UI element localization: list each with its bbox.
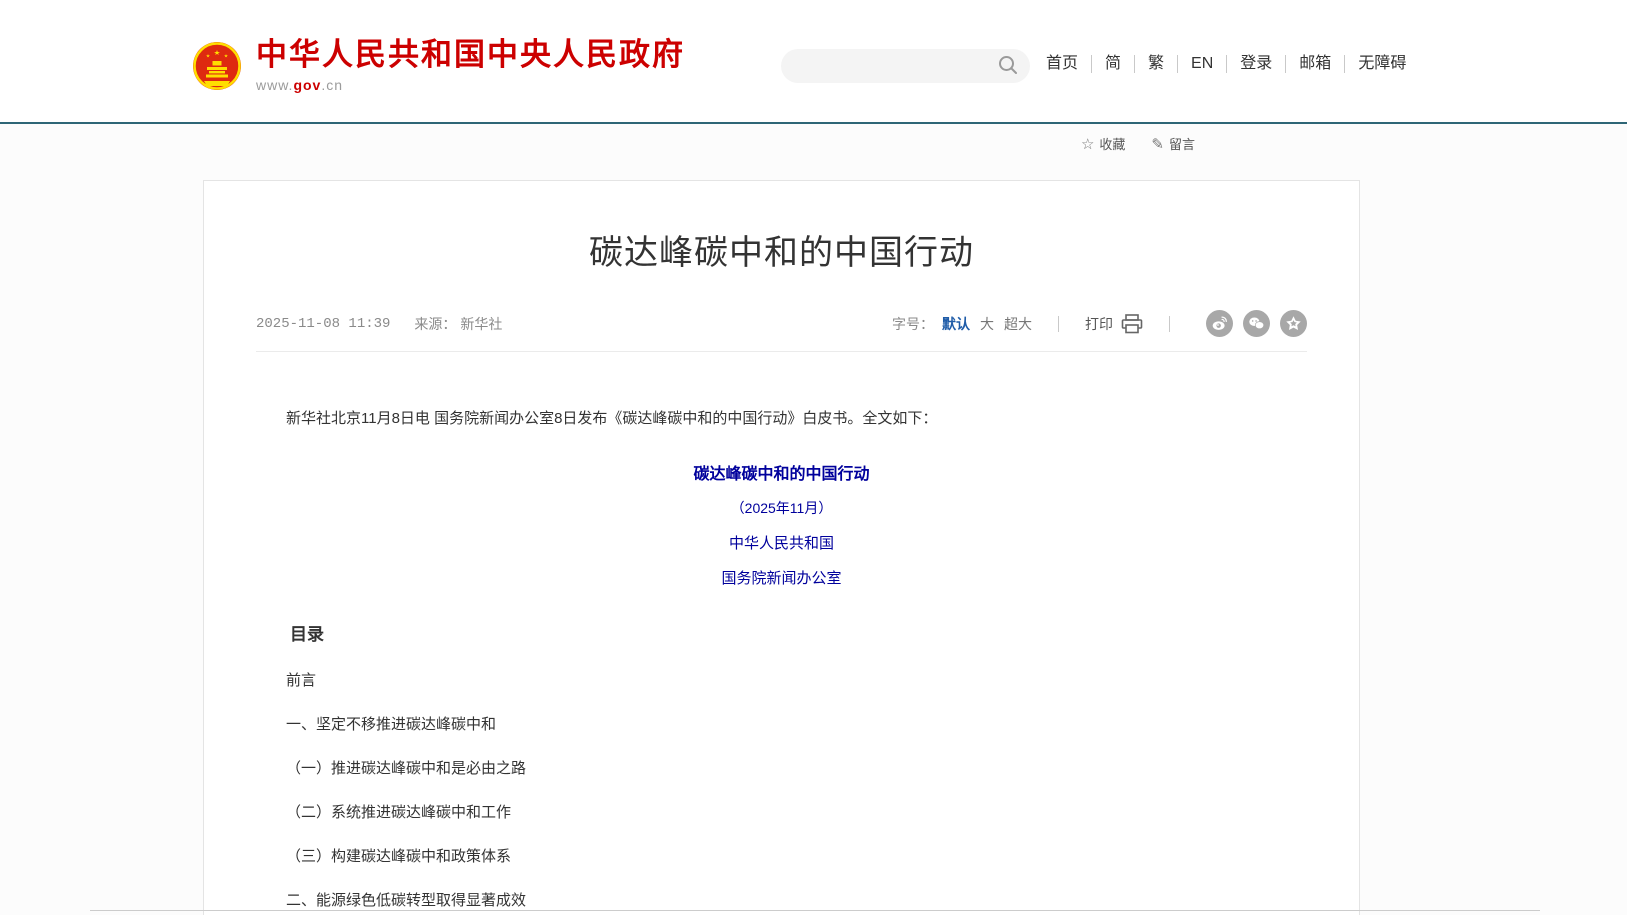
header-nav: 首页 简 繁 EN 登录 邮箱 无障碍 [1046, 55, 1406, 73]
message-label: 留言 [1169, 134, 1195, 153]
nav-item-english[interactable]: EN [1178, 55, 1227, 73]
share-qzone-button[interactable] [1280, 310, 1307, 337]
doc-date: （2025年11月） [256, 498, 1307, 518]
article-meta: 2025-11-08 11:39 来源： 新华社 字号： 默认 大 超大 打印 [256, 310, 1307, 352]
article-tools: 字号： 默认 大 超大 打印 [892, 310, 1307, 337]
star-share-icon [1285, 315, 1302, 332]
tools-separator-2 [1169, 316, 1170, 332]
bottom-divider [90, 910, 1540, 911]
nav-item-login[interactable]: 登录 [1227, 55, 1286, 73]
toc-item-section1-3: （三）构建碳达峰碳中和政策体系 [256, 848, 1307, 865]
toc-heading: 目录 [256, 620, 1307, 645]
page-body: ☆ 收藏 ✎ 留言 碳达峰碳中和的中国行动 2025-11-08 11:39 来… [0, 124, 1627, 915]
favorite-label: 收藏 [1099, 134, 1125, 153]
doc-title: 碳达峰碳中和的中国行动 [256, 460, 1307, 484]
source-name[interactable]: 新华社 [460, 314, 502, 334]
printer-icon [1121, 314, 1143, 334]
site-header: 中华人民共和国中央人民政府 www.gov.cn 首页 简 繁 EN 登录 邮箱… [0, 0, 1627, 122]
star-icon: ☆ [1081, 135, 1094, 153]
print-button[interactable]: 打印 [1085, 314, 1143, 334]
quick-actions: ☆ 收藏 ✎ 留言 [1055, 134, 1195, 153]
site-url-suffix: .cn [321, 77, 343, 93]
search-button[interactable] [996, 54, 1020, 78]
weibo-icon [1211, 315, 1228, 332]
pencil-icon: ✎ [1151, 135, 1164, 153]
share-weibo-button[interactable] [1206, 310, 1233, 337]
nav-item-simplified[interactable]: 简 [1092, 55, 1135, 73]
toc-item-section2: 二、能源绿色低碳转型取得显著成效 [256, 892, 1307, 909]
message-button[interactable]: ✎ 留言 [1151, 134, 1195, 153]
share-wechat-button[interactable] [1243, 310, 1270, 337]
doc-org-line2: 国务院新闻办公室 [256, 567, 1307, 588]
page-title: 碳达峰碳中和的中国行动 [256, 225, 1307, 274]
font-size-xlarge-button[interactable]: 超大 [1004, 314, 1032, 334]
favorite-button[interactable]: ☆ 收藏 [1081, 134, 1125, 153]
font-size-label: 字号： [892, 314, 934, 334]
site-url-highlight: gov [293, 77, 321, 93]
toc-item-section1: 一、坚定不移推进碳达峰碳中和 [256, 716, 1307, 733]
print-label: 打印 [1085, 314, 1113, 334]
wechat-icon [1248, 315, 1265, 332]
search-icon [997, 54, 1019, 76]
publish-date: 2025-11-08 11:39 [256, 316, 390, 332]
toc-item-section1-1: （一）推进碳达峰碳中和是必由之路 [256, 760, 1307, 777]
search-input[interactable] [781, 49, 1030, 83]
nav-item-accessibility[interactable]: 无障碍 [1345, 55, 1406, 73]
article-lead-paragraph: 新华社北京11月8日电 国务院新闻办公室8日发布《碳达峰碳中和的中国行动》白皮书… [256, 406, 1307, 432]
site-brand[interactable]: 中华人民共和国中央人民政府 www.gov.cn [192, 38, 685, 93]
source-label: 来源： [414, 314, 456, 334]
doc-org-line1: 中华人民共和国 [256, 532, 1307, 553]
national-emblem-logo [192, 40, 242, 92]
toc-item-preface: 前言 [256, 672, 1307, 689]
article-panel: 碳达峰碳中和的中国行动 2025-11-08 11:39 来源： 新华社 字号：… [203, 180, 1360, 915]
font-size-default-button[interactable]: 默认 [942, 314, 970, 334]
site-url-prefix: www. [256, 77, 293, 93]
nav-item-home[interactable]: 首页 [1046, 55, 1092, 73]
site-title: 中华人民共和国中央人民政府 [256, 38, 685, 72]
nav-item-traditional[interactable]: 繁 [1135, 55, 1178, 73]
toc-item-section1-2: （二）系统推进碳达峰碳中和工作 [256, 804, 1307, 821]
site-url: www.gov.cn [256, 77, 685, 93]
nav-item-mail[interactable]: 邮箱 [1286, 55, 1345, 73]
font-size-large-button[interactable]: 大 [980, 314, 994, 334]
header-search [781, 49, 1030, 83]
tools-separator [1058, 316, 1059, 332]
